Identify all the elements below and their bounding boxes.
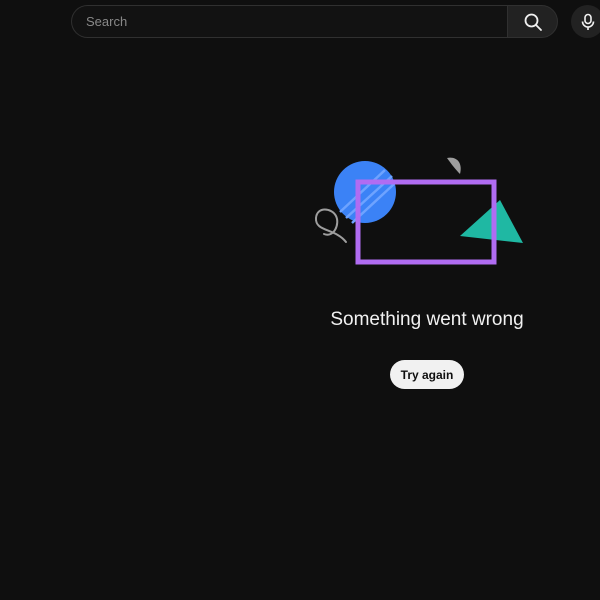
error-message: Something went wrong — [330, 309, 524, 330]
microphone-icon — [581, 13, 594, 30]
search-input[interactable] — [71, 5, 507, 38]
search-icon — [524, 13, 542, 31]
search-bar — [71, 5, 558, 38]
try-again-button[interactable]: Try again — [390, 360, 464, 389]
leaf-shape — [447, 157, 461, 174]
voice-search-button[interactable] — [571, 5, 600, 38]
search-button[interactable] — [507, 5, 558, 38]
error-illustration — [314, 157, 523, 265]
error-page: Something went wrong Try again — [0, 0, 600, 600]
squiggle-shape — [314, 208, 347, 243]
